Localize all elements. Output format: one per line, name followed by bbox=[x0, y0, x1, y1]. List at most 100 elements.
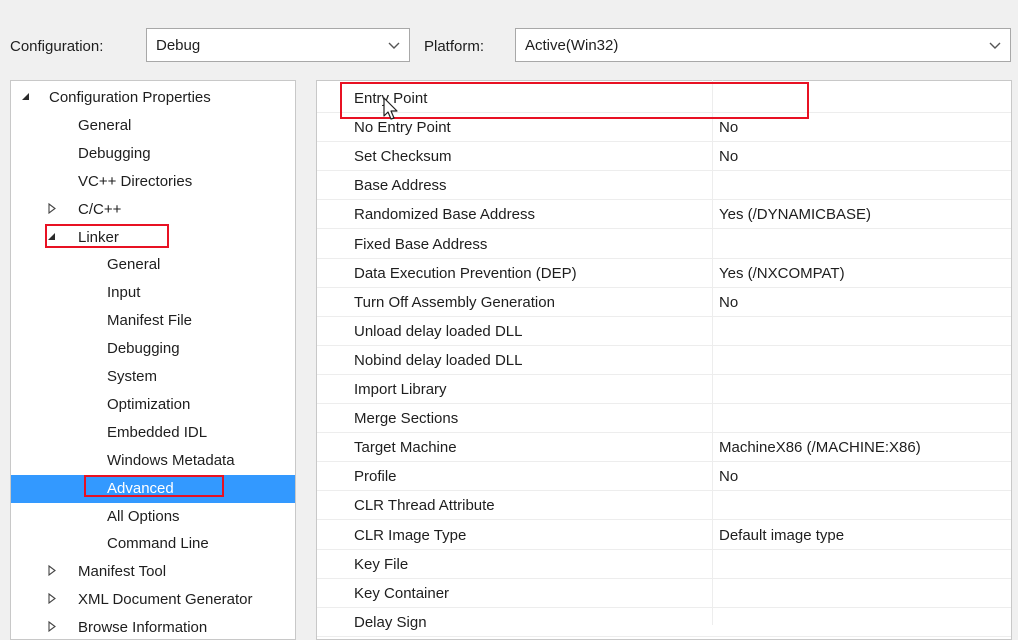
triangle-collapsed-icon[interactable] bbox=[46, 564, 58, 579]
chevron-down-icon bbox=[989, 36, 1001, 57]
property-row[interactable]: Target Machine MachineX86 (/MACHINE:X86) bbox=[317, 433, 1011, 463]
property-row[interactable]: Import Library bbox=[317, 375, 1011, 404]
tree-item[interactable]: XML Document Generator bbox=[11, 586, 295, 614]
property-row[interactable]: Fixed Base Address bbox=[317, 230, 1011, 259]
property-name: Target Machine bbox=[354, 439, 457, 457]
tree-item-label: System bbox=[107, 368, 158, 385]
tree-item-label: Debugging bbox=[78, 144, 151, 162]
tree-item[interactable]: C/C++ bbox=[11, 196, 295, 224]
tree-item[interactable]: Manifest File bbox=[11, 307, 295, 335]
tree-item-label: C/C++ bbox=[78, 200, 122, 218]
tree-item[interactable]: All Options bbox=[11, 503, 295, 531]
property-name: Nobind delay loaded DLL bbox=[354, 351, 523, 369]
platform-value: Active(Win32) bbox=[525, 37, 619, 54]
triangle-expanded-icon[interactable] bbox=[46, 230, 58, 245]
tree-item-label: Browse Information bbox=[78, 619, 208, 637]
property-name: Randomized Base Address bbox=[354, 206, 535, 224]
property-name: Unload delay loaded DLL bbox=[354, 322, 523, 340]
property-value[interactable]: No bbox=[719, 148, 738, 165]
tree-item-label: Configuration Properties bbox=[49, 89, 211, 106]
property-row[interactable]: Delay Sign bbox=[317, 608, 1011, 637]
tree-item-label: Debugging bbox=[107, 340, 180, 358]
property-name: CLR Thread Attribute bbox=[354, 497, 495, 515]
tree-item-label: Advanced bbox=[107, 479, 174, 497]
property-row[interactable]: Base Address bbox=[317, 171, 1011, 201]
tree-item[interactable]: Debugging bbox=[11, 335, 295, 363]
tree-item[interactable]: Debugging bbox=[11, 140, 295, 168]
window-top-strip bbox=[0, 0, 1018, 12]
property-row[interactable]: Data Execution Prevention (DEP) Yes (/NXC… bbox=[317, 259, 1011, 288]
grid-column-divider[interactable] bbox=[712, 80, 713, 625]
tree-item[interactable]: Advanced bbox=[11, 474, 295, 503]
property-value[interactable]: Default image type bbox=[719, 527, 844, 544]
configuration-label: Configuration: bbox=[10, 38, 104, 55]
property-row[interactable]: Turn Off Assembly Generation No bbox=[317, 288, 1011, 317]
platform-label: Platform: bbox=[424, 38, 485, 55]
mouse-cursor-icon bbox=[383, 97, 399, 126]
property-name: Fixed Base Address bbox=[354, 235, 488, 253]
tree-item-label: All Options bbox=[107, 507, 180, 525]
property-name: Base Address bbox=[354, 177, 447, 195]
tree-item-label: General bbox=[107, 256, 161, 274]
tree-item-label: General bbox=[78, 116, 132, 134]
property-row[interactable]: No Entry Point No bbox=[317, 113, 1011, 143]
tree-item-label: Optimization bbox=[107, 395, 191, 413]
property-value[interactable]: No bbox=[719, 119, 738, 136]
tree-item[interactable]: System bbox=[11, 363, 295, 391]
tree-item-label: Command Line bbox=[107, 535, 209, 553]
property-value[interactable]: Yes (/DYNAMICBASE) bbox=[719, 206, 871, 223]
property-name: Turn Off Assembly Generation bbox=[354, 293, 555, 311]
configuration-value: Debug bbox=[156, 37, 201, 54]
property-row[interactable]: Unload delay loaded DLL bbox=[317, 317, 1011, 346]
tree-item[interactable]: Optimization bbox=[11, 391, 295, 419]
tree-item-label: Embedded IDL bbox=[107, 423, 208, 441]
property-value[interactable]: No bbox=[719, 294, 738, 311]
property-name: Data Execution Prevention (DEP) bbox=[354, 264, 577, 282]
property-name: CLR Image Type bbox=[354, 526, 467, 544]
property-row[interactable]: Key Container bbox=[317, 579, 1011, 608]
property-row[interactable]: Entry Point bbox=[317, 84, 1011, 113]
tree-item[interactable]: Input bbox=[11, 279, 295, 307]
tree-item[interactable]: Browse Information bbox=[11, 614, 295, 639]
tree-item[interactable]: Command Line bbox=[11, 530, 295, 558]
tree-item-label: Manifest File bbox=[107, 312, 193, 330]
property-row[interactable]: CLR Image Type Default image type bbox=[317, 521, 1011, 550]
tree-item-label: Manifest Tool bbox=[78, 563, 167, 581]
tree-item[interactable]: Windows Metadata bbox=[11, 447, 295, 475]
property-name: Import Library bbox=[354, 381, 447, 398]
tree-item[interactable]: Configuration Properties bbox=[11, 84, 295, 112]
property-row[interactable]: Set Checksum No bbox=[317, 142, 1011, 172]
property-name: Delay Sign bbox=[354, 613, 427, 631]
tree-item[interactable]: General bbox=[11, 112, 295, 140]
property-grid[interactable]: Entry Point No Entry Point No Set Checksum N… bbox=[316, 80, 1012, 640]
tree-item-label: VC++ Directories bbox=[78, 172, 193, 190]
property-name: Key File bbox=[354, 555, 409, 573]
property-row[interactable]: Nobind delay loaded DLL bbox=[317, 346, 1011, 375]
property-row[interactable]: Randomized Base Address Yes (/DYNAMICBASE… bbox=[317, 200, 1011, 230]
tree-item[interactable]: VC++ Directories bbox=[11, 168, 295, 196]
platform-dropdown[interactable]: Active(Win32) bbox=[515, 28, 1011, 62]
triangle-expanded-icon[interactable] bbox=[20, 90, 32, 105]
property-name: No Entry Point bbox=[354, 119, 451, 137]
tree-item-label: Windows Metadata bbox=[107, 451, 235, 469]
triangle-collapsed-icon[interactable] bbox=[46, 620, 58, 635]
property-value[interactable]: Yes (/NXCOMPAT) bbox=[719, 265, 845, 282]
tree-item-label: Input bbox=[107, 284, 141, 302]
tree-item[interactable]: Manifest Tool bbox=[11, 558, 295, 586]
property-row[interactable]: Merge Sections bbox=[317, 404, 1011, 434]
property-row[interactable]: CLR Thread Attribute bbox=[317, 491, 1011, 521]
tree-item[interactable]: Embedded IDL bbox=[11, 419, 295, 447]
property-value[interactable]: MachineX86 (/MACHINE:X86) bbox=[719, 439, 921, 456]
property-row[interactable]: Key File bbox=[317, 550, 1011, 579]
property-tree[interactable]: Configuration Properties General Debugging… bbox=[10, 80, 296, 640]
property-name: Profile bbox=[354, 468, 397, 486]
tree-item[interactable]: Linker bbox=[11, 224, 295, 252]
property-row[interactable]: Profile No bbox=[317, 462, 1011, 492]
triangle-collapsed-icon[interactable] bbox=[46, 202, 58, 217]
configuration-dropdown[interactable]: Debug bbox=[146, 28, 410, 62]
tree-item-label: Linker bbox=[78, 228, 119, 246]
property-name: Merge Sections bbox=[354, 410, 459, 428]
property-value[interactable]: No bbox=[719, 468, 738, 485]
tree-item[interactable]: General bbox=[11, 251, 295, 279]
triangle-collapsed-icon[interactable] bbox=[46, 592, 58, 607]
